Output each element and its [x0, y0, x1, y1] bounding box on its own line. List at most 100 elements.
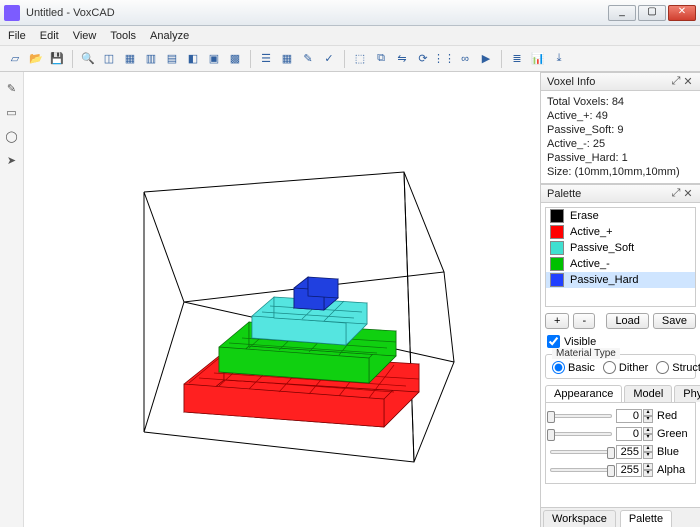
- load-palette-button[interactable]: Load: [606, 313, 648, 329]
- shaded-icon[interactable]: ▩: [226, 50, 244, 68]
- spin-up-icon[interactable]: ▴: [643, 445, 653, 452]
- pointer-icon[interactable]: ➤: [4, 152, 20, 168]
- spin-down-icon[interactable]: ▾: [643, 470, 653, 477]
- material-type-option[interactable]: Basic: [552, 361, 595, 374]
- sim-icon[interactable]: ▶: [477, 50, 495, 68]
- list-icon[interactable]: ☰: [257, 50, 275, 68]
- bottom-tabs: WorkspacePalette: [541, 507, 700, 527]
- channel-alpha: ▴▾ Alpha: [546, 461, 695, 479]
- check-icon[interactable]: ✓: [320, 50, 338, 68]
- slider-red[interactable]: [550, 414, 612, 418]
- voxel-info-header: Voxel Info ⤢ ✕: [541, 72, 700, 91]
- slider-blue[interactable]: [550, 450, 612, 454]
- right-side-panel: Voxel Info ⤢ ✕ Total Voxels: 84Active_+:…: [540, 72, 700, 527]
- palette-title: Palette: [547, 188, 670, 200]
- menu-edit[interactable]: Edit: [40, 30, 59, 42]
- copy-icon[interactable]: ⧉: [372, 50, 390, 68]
- material-type-option[interactable]: Dither: [603, 361, 648, 374]
- material-swatch: [550, 241, 564, 255]
- material-name: Active_-: [570, 258, 610, 270]
- visible-checkbox[interactable]: [547, 335, 560, 348]
- tab-physical[interactable]: Physical: [674, 385, 700, 402]
- material-row[interactable]: Passive_Soft: [546, 240, 695, 256]
- left-tool-strip: ✎ ▭ ◯ ➤: [0, 72, 24, 527]
- slider-green[interactable]: [550, 432, 612, 436]
- minimize-button[interactable]: _: [608, 5, 636, 21]
- box-icon[interactable]: ▭: [4, 104, 20, 120]
- material-swatch: [550, 209, 564, 223]
- link-icon[interactable]: ∞: [456, 50, 474, 68]
- view-front-icon[interactable]: ▥: [142, 50, 160, 68]
- tab-appearance[interactable]: Appearance: [545, 385, 622, 402]
- view-side-icon[interactable]: ▤: [163, 50, 181, 68]
- material-row[interactable]: Erase: [546, 208, 695, 224]
- spin-down-icon[interactable]: ▾: [643, 416, 653, 423]
- material-row[interactable]: Active_-: [546, 256, 695, 272]
- spin-up-icon[interactable]: ▴: [643, 427, 653, 434]
- layers-icon[interactable]: ≣: [508, 50, 526, 68]
- value-red[interactable]: [616, 409, 642, 423]
- value-alpha[interactable]: [616, 463, 642, 477]
- paint-icon[interactable]: ✎: [299, 50, 317, 68]
- channel-label: Red: [657, 410, 691, 422]
- undock-icon[interactable]: ⤢: [670, 75, 682, 88]
- viewport-3d[interactable]: [24, 72, 540, 527]
- menu-file[interactable]: File: [8, 30, 26, 42]
- slider-alpha[interactable]: [550, 468, 612, 472]
- zoom-extents-icon[interactable]: 🔍: [79, 50, 97, 68]
- export-icon[interactable]: ⤓: [550, 50, 568, 68]
- visible-label: Visible: [564, 336, 596, 348]
- bottom-tab-palette[interactable]: Palette: [620, 510, 672, 527]
- ellipse-icon[interactable]: ◯: [4, 128, 20, 144]
- spin-up-icon[interactable]: ▴: [643, 463, 653, 470]
- select-icon[interactable]: ⬚: [351, 50, 369, 68]
- tab-model[interactable]: Model: [624, 385, 672, 402]
- close-panel-icon[interactable]: ✕: [682, 75, 694, 88]
- channel-green: ▴▾ Green: [546, 425, 695, 443]
- channel-blue: ▴▾Blue: [546, 443, 695, 461]
- menu-view[interactable]: View: [73, 30, 97, 42]
- voxel-info-line: Total Voxels: 84: [547, 95, 694, 109]
- open-icon[interactable]: 📂: [27, 50, 45, 68]
- window-title: Untitled - VoxCAD: [26, 7, 608, 19]
- channel-label: Alpha: [657, 464, 691, 476]
- grid-icon[interactable]: ▦: [278, 50, 296, 68]
- voxel-pyramid: [184, 277, 419, 427]
- channel-label: Green: [657, 428, 691, 440]
- material-type-option[interactable]: Structure: [656, 361, 700, 374]
- add-material-button[interactable]: +: [545, 313, 569, 329]
- undock-icon[interactable]: ⤢: [670, 187, 682, 200]
- material-row[interactable]: Passive_Hard: [546, 272, 695, 288]
- pencil-icon[interactable]: ✎: [4, 80, 20, 96]
- menu-tools[interactable]: Tools: [110, 30, 136, 42]
- viewport-canvas: [24, 72, 540, 527]
- material-list[interactable]: Erase Active_+ Passive_Soft Active_- Passive…: [545, 207, 696, 307]
- array-icon[interactable]: ⋮⋮: [435, 50, 453, 68]
- close-button[interactable]: ✕: [668, 5, 696, 21]
- remove-material-button[interactable]: -: [573, 313, 595, 329]
- menu-analyze[interactable]: Analyze: [150, 30, 189, 42]
- view-iso-icon[interactable]: ◧: [184, 50, 202, 68]
- wireframe-icon[interactable]: ▣: [205, 50, 223, 68]
- material-row[interactable]: Active_+: [546, 224, 695, 240]
- mirror-icon[interactable]: ⇋: [393, 50, 411, 68]
- voxel-info-line: Size: (10mm,10mm,10mm): [547, 165, 694, 179]
- value-blue[interactable]: [616, 445, 642, 459]
- material-name: Active_+: [570, 226, 613, 238]
- stats-icon[interactable]: 📊: [529, 50, 547, 68]
- view-persp-icon[interactable]: ◫: [100, 50, 118, 68]
- save-palette-button[interactable]: Save: [653, 313, 696, 329]
- spin-down-icon[interactable]: ▾: [643, 434, 653, 441]
- material-name: Passive_Hard: [570, 274, 638, 286]
- value-green[interactable]: [616, 427, 642, 441]
- spin-down-icon[interactable]: ▾: [643, 452, 653, 459]
- voxel-info-title: Voxel Info: [547, 76, 670, 88]
- view-top-icon[interactable]: ▦: [121, 50, 139, 68]
- save-icon[interactable]: 💾: [48, 50, 66, 68]
- rotate-icon[interactable]: ⟳: [414, 50, 432, 68]
- bottom-tab-workspace[interactable]: Workspace: [543, 510, 616, 527]
- maximize-button[interactable]: ▢: [638, 5, 666, 21]
- new-icon[interactable]: ▱: [6, 50, 24, 68]
- close-panel-icon[interactable]: ✕: [682, 187, 694, 200]
- spin-up-icon[interactable]: ▴: [643, 409, 653, 416]
